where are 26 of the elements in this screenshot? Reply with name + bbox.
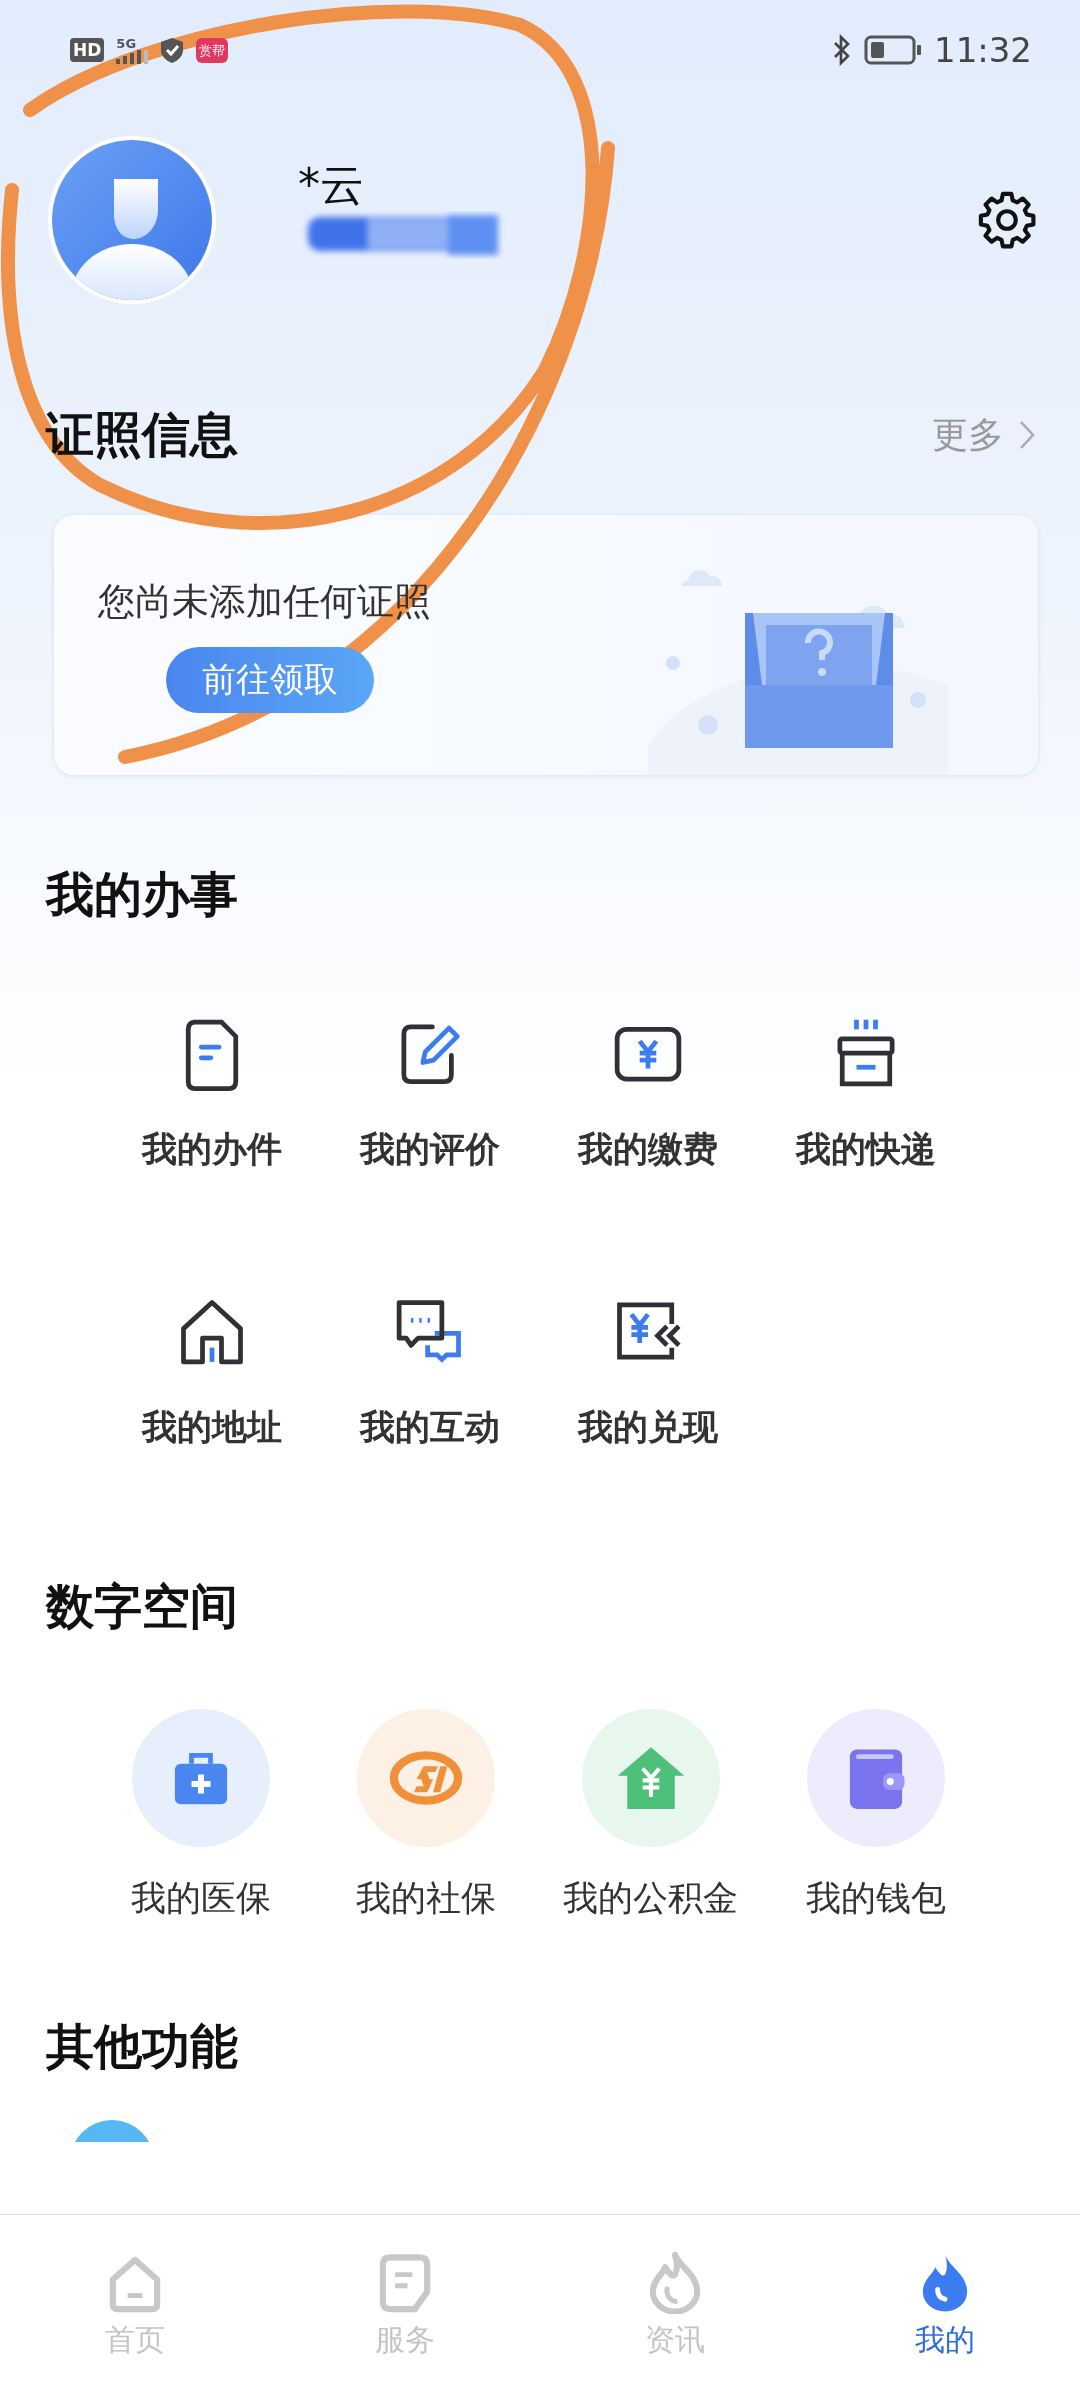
service-item[interactable]: 我的地址	[103, 1293, 321, 1451]
section-title: 数字空间	[46, 1577, 238, 1636]
chevron-icon	[1018, 419, 1036, 451]
user-name: *云	[298, 158, 365, 212]
battery-icon	[864, 35, 922, 65]
app-icon: 赏帮	[196, 37, 229, 63]
space-item[interactable]: 我的钱包	[763, 1709, 988, 1922]
service-item[interactable]: 我的办件	[103, 1015, 321, 1173]
network-label: 5G	[116, 36, 138, 50]
avatar[interactable]	[46, 134, 218, 306]
signal-icon	[116, 49, 149, 64]
section-title: 我的办事	[46, 865, 238, 924]
service-item[interactable]: 我的互动	[321, 1293, 539, 1451]
nav-tab[interactable]: 我的	[810, 2215, 1080, 2400]
bluetooth-icon	[832, 34, 852, 66]
service-item[interactable]: 我的兑现	[539, 1293, 757, 1451]
service-item[interactable]: 我的评价	[321, 1015, 539, 1173]
clock: 11:32	[934, 30, 1032, 70]
space-item[interactable]: 我的公积金	[538, 1709, 763, 1922]
service-item[interactable]: 我的缴费	[539, 1015, 757, 1173]
space-item[interactable]: 我的医保	[88, 1709, 313, 1922]
service-item[interactable]: 我的快递	[757, 1015, 975, 1173]
space-item[interactable]: 我的社保	[313, 1709, 538, 1922]
shield-icon	[160, 36, 185, 64]
section-title: 其他功能	[46, 2017, 238, 2076]
hd-badge: HD	[70, 38, 105, 62]
